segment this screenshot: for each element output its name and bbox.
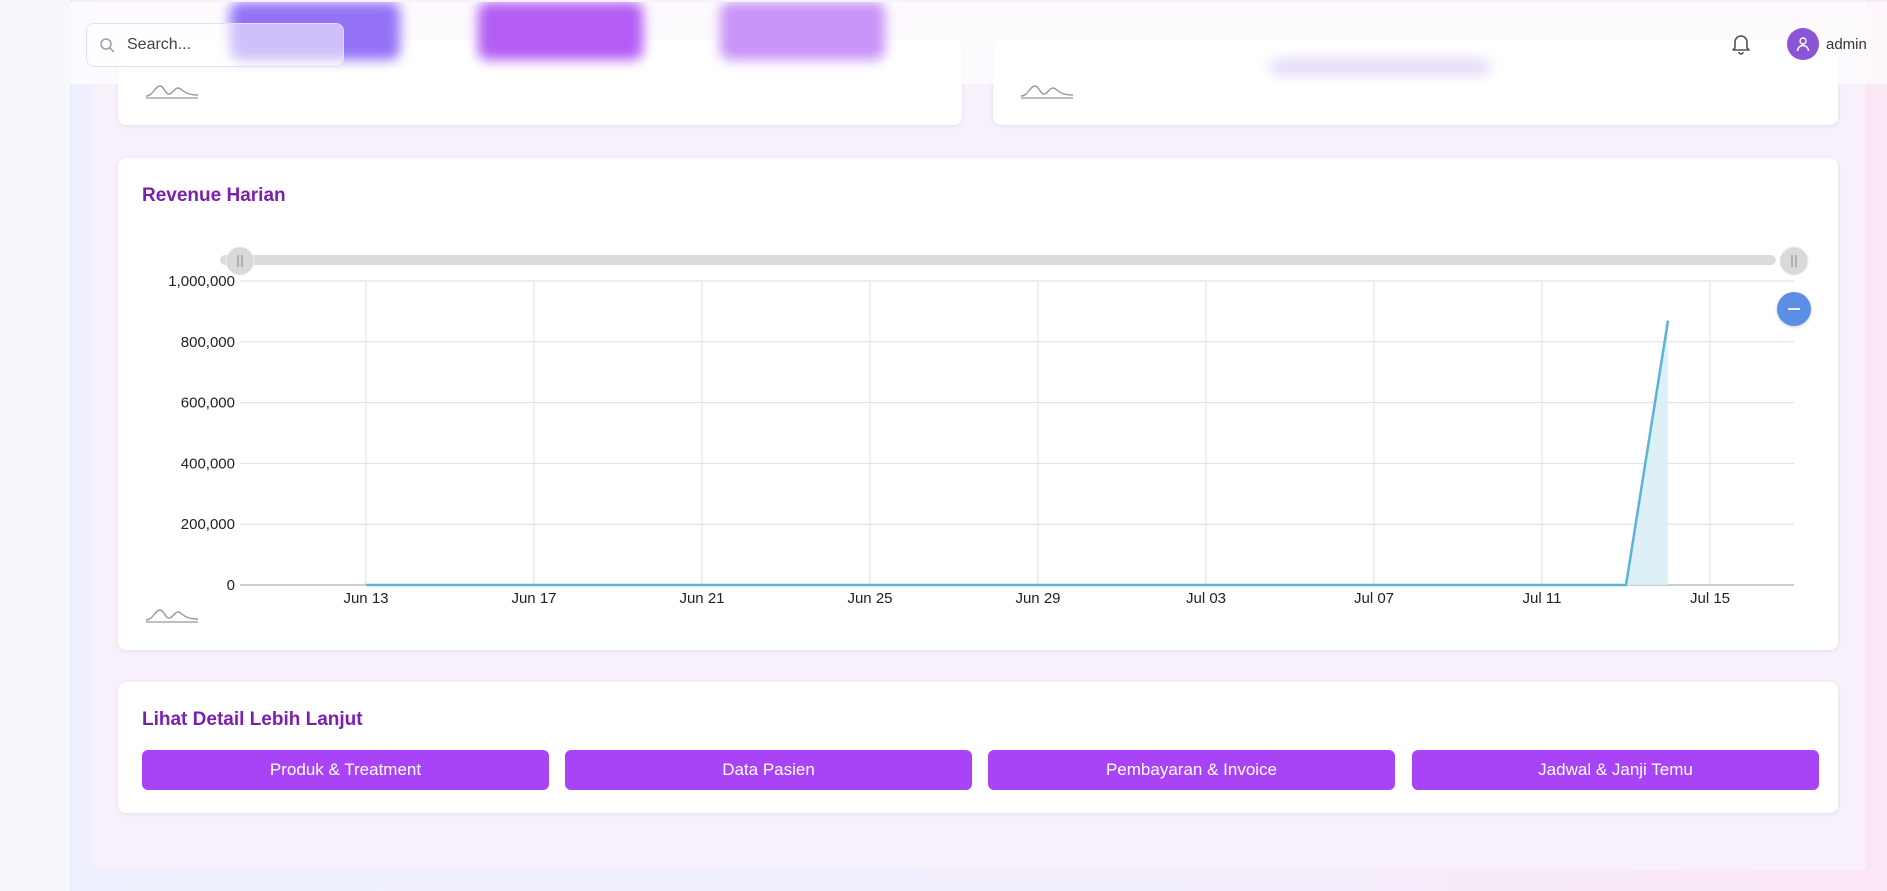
pembayaran-invoice-button[interactable]: Pembayaran & Invoice [988, 750, 1395, 790]
username[interactable]: admin [1826, 36, 1867, 53]
chart-wave-icon [145, 609, 199, 623]
y-tick-label: 0 [227, 577, 235, 594]
produk-treatment-button[interactable]: Produk & Treatment [142, 750, 549, 790]
jadwal-janji-temu-button[interactable]: Jadwal & Janji Temu [1412, 750, 1819, 790]
range-slider-handle-left[interactable] [225, 246, 255, 276]
y-tick-label: 600,000 [181, 395, 235, 412]
x-tick-label: Jul 11 [1523, 590, 1562, 607]
x-tick-label: Jun 25 [847, 590, 892, 607]
search-input[interactable] [125, 32, 329, 58]
sidebar [0, 0, 71, 891]
avatar[interactable] [1787, 28, 1819, 60]
series-area [366, 320, 1668, 585]
x-tick-label: Jul 03 [1186, 590, 1226, 607]
y-tick-label: 400,000 [181, 455, 235, 472]
x-tick-label: Jun 17 [511, 590, 556, 607]
y-tick-label: 1,000,000 [168, 273, 235, 290]
x-tick-label: Jun 13 [343, 590, 388, 607]
y-tick-label: 200,000 [181, 516, 235, 533]
search-box[interactable] [86, 23, 344, 67]
y-tick-label: 800,000 [181, 334, 235, 351]
blurred-content [720, 2, 885, 60]
x-tick-label: Jul 07 [1354, 590, 1394, 607]
range-slider-track[interactable] [220, 255, 1776, 265]
revenue-chart: 0 200,000 400,000 600,000 800,000 1,000,000 Ju… [168, 246, 1809, 607]
detail-card: Lihat Detail Lebih Lanjut Produk & Treat… [118, 682, 1838, 813]
revenue-card: Revenue Harian 0 200,000 400,000 600,000 800… [118, 158, 1838, 650]
blurred-content [1270, 58, 1490, 76]
series-line [366, 320, 1670, 587]
x-tick-label: Jun 29 [1015, 590, 1060, 607]
detail-card-title: Lihat Detail Lebih Lanjut [142, 709, 363, 730]
x-tick-label: Jul 15 [1690, 590, 1730, 607]
data-pasien-button[interactable]: Data Pasien [565, 750, 972, 790]
blurred-content [478, 2, 643, 60]
zoom-reset-button[interactable] [1777, 292, 1811, 326]
main-content: Revenue Harian 0 200,000 400,000 600,000 800… [94, 0, 1866, 869]
top-header: admin [70, 2, 1887, 84]
user-icon [1796, 37, 1810, 52]
bell-icon[interactable] [1731, 33, 1751, 55]
x-tick-label: Jun 21 [679, 590, 724, 607]
search-icon [100, 38, 115, 53]
range-slider-handle-right[interactable] [1779, 246, 1809, 276]
